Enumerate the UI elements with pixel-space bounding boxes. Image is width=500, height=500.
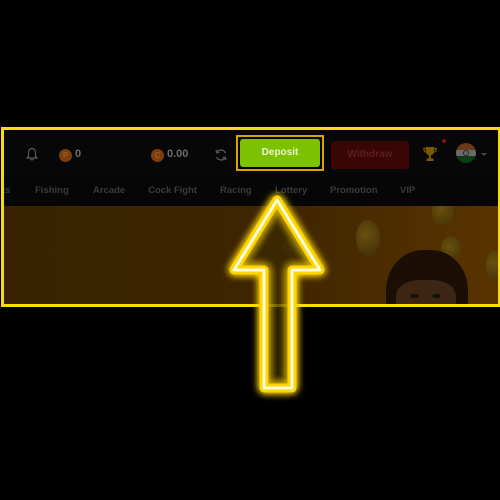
withdraw-button[interactable]: Withdraw <box>331 141 409 169</box>
notification-dot <box>442 139 446 143</box>
eye <box>410 294 419 298</box>
cash-balance: 0.00 <box>167 148 189 160</box>
deposit-button[interactable]: Deposit <box>240 139 320 167</box>
points-balance: 0 <box>75 148 82 160</box>
nav-item-cock-fight[interactable]: Cock Fight <box>148 185 197 196</box>
coin-image <box>432 206 454 226</box>
refresh-icon[interactable] <box>214 148 228 162</box>
top-bar: P 0 C 0.00 Deposit Withdraw <box>4 130 498 176</box>
india-flag-icon[interactable] <box>456 143 476 163</box>
banner-model-face <box>396 280 456 304</box>
arrow-up-icon <box>229 195 325 393</box>
bell-icon[interactable] <box>26 147 38 161</box>
coin-image <box>356 220 380 256</box>
chevron-down-icon[interactable] <box>481 153 487 156</box>
nav-item-arcade[interactable]: Arcade <box>93 185 125 196</box>
nav-item-fishing[interactable]: Fishing <box>35 185 69 196</box>
trophy-icon[interactable] <box>423 146 437 162</box>
nav-item-vip[interactable]: VIP <box>400 185 415 196</box>
points-coin-icon: P <box>59 149 72 162</box>
nav-item-sports[interactable]: ts <box>4 185 10 196</box>
coin-image <box>486 250 498 282</box>
eye <box>432 294 441 298</box>
cash-coin-icon: C <box>151 149 164 162</box>
